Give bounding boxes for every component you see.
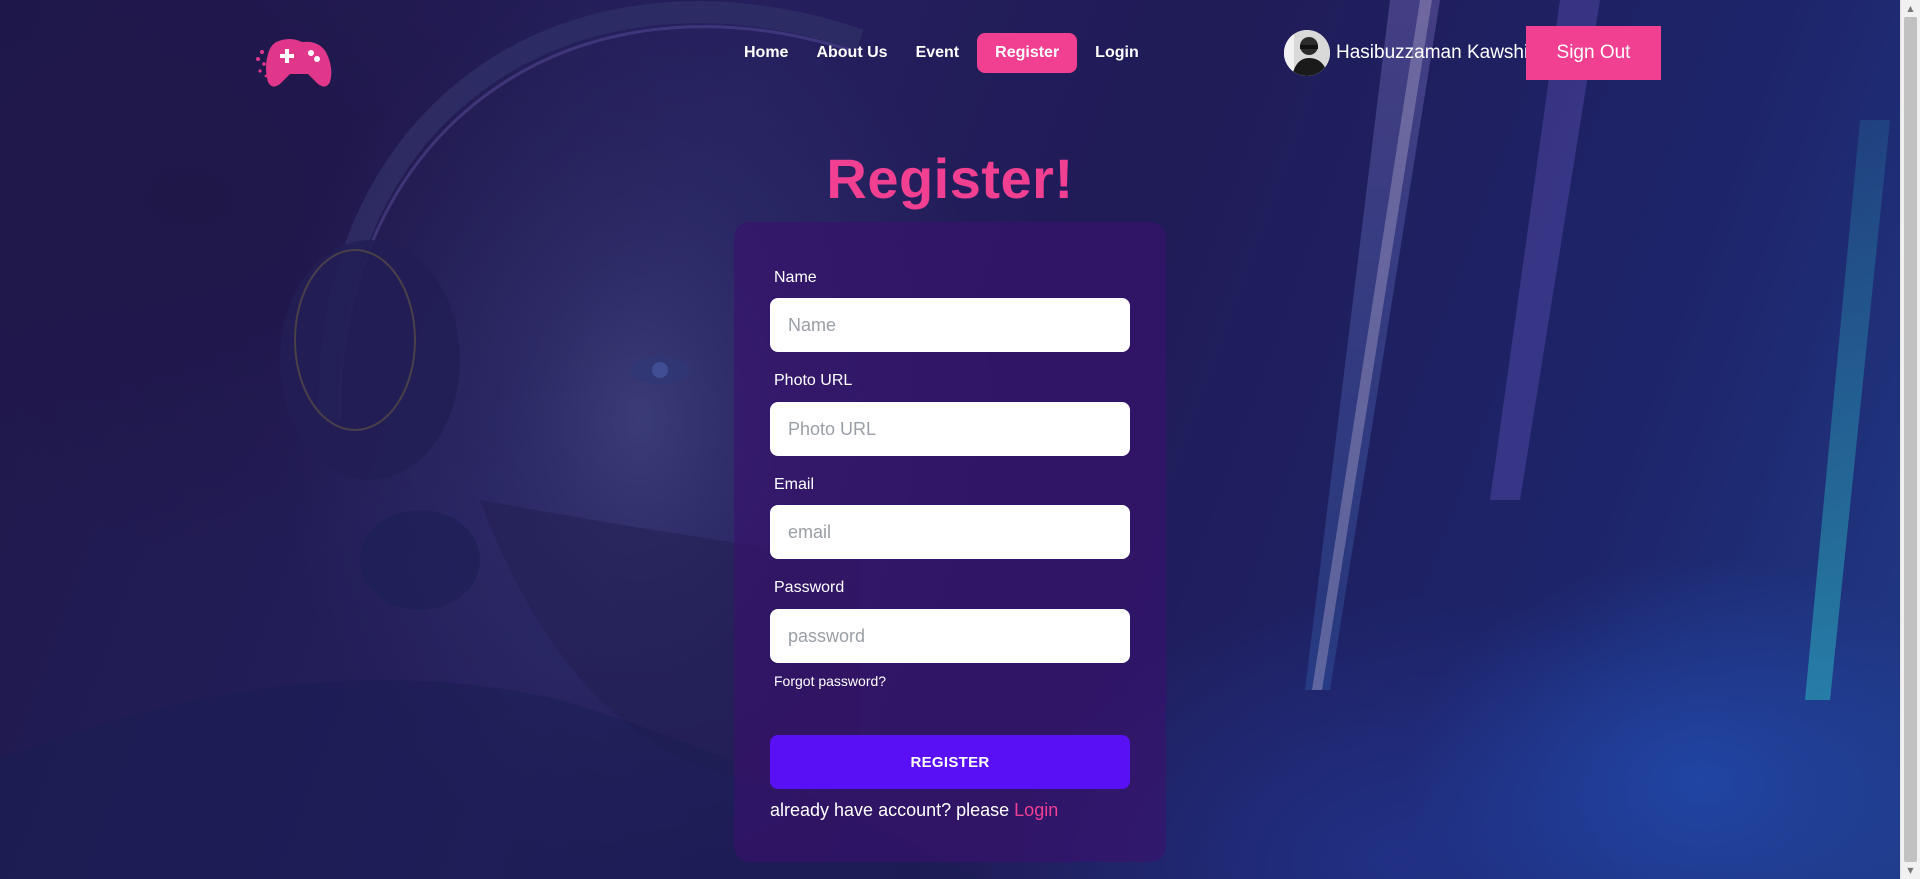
name-input[interactable] <box>770 298 1130 352</box>
scroll-down-icon[interactable]: ▼ <box>1901 862 1920 879</box>
nav-login[interactable]: Login <box>1085 33 1149 73</box>
navbar: Home About Us Event Register Login Hasib… <box>0 0 1900 106</box>
nav-menu: Home About Us Event Register Login <box>734 33 1149 73</box>
password-label: Password <box>774 579 845 596</box>
page-title: Register! <box>826 147 1074 210</box>
photo-url-label: Photo URL <box>774 372 853 389</box>
forgot-password-link[interactable]: Forgot password? <box>774 673 886 689</box>
user-profile: Hasibuzzaman Kawshik <box>1284 30 1538 76</box>
photo-url-input[interactable] <box>770 402 1130 456</box>
nav-event[interactable]: Event <box>906 33 970 73</box>
login-link[interactable]: Login <box>1014 800 1058 820</box>
sign-out-button[interactable]: Sign Out <box>1526 26 1661 80</box>
name-label: Name <box>774 269 817 286</box>
register-button[interactable]: REGISTER <box>770 735 1130 789</box>
email-input[interactable] <box>770 505 1130 559</box>
nav-about-us[interactable]: About Us <box>806 33 897 73</box>
user-name: Hasibuzzaman Kawshik <box>1336 42 1538 63</box>
password-input[interactable] <box>770 609 1130 663</box>
scrollbar-thumb[interactable] <box>1904 17 1917 862</box>
nav-register[interactable]: Register <box>977 33 1078 73</box>
email-label: Email <box>774 476 815 493</box>
user-avatar[interactable] <box>1284 30 1330 76</box>
login-prompt: already have account? please Login <box>770 800 1058 821</box>
login-prompt-text: already have account? please <box>770 800 1015 820</box>
nav-home[interactable]: Home <box>734 33 798 73</box>
gamepad-logo-icon[interactable] <box>256 34 332 90</box>
register-form-card: Name Photo URL Email Password Forgot pas… <box>734 222 1166 862</box>
scroll-up-icon[interactable]: ▲ <box>1901 0 1920 17</box>
page-scrollbar[interactable]: ▲ ▼ <box>1900 0 1920 879</box>
